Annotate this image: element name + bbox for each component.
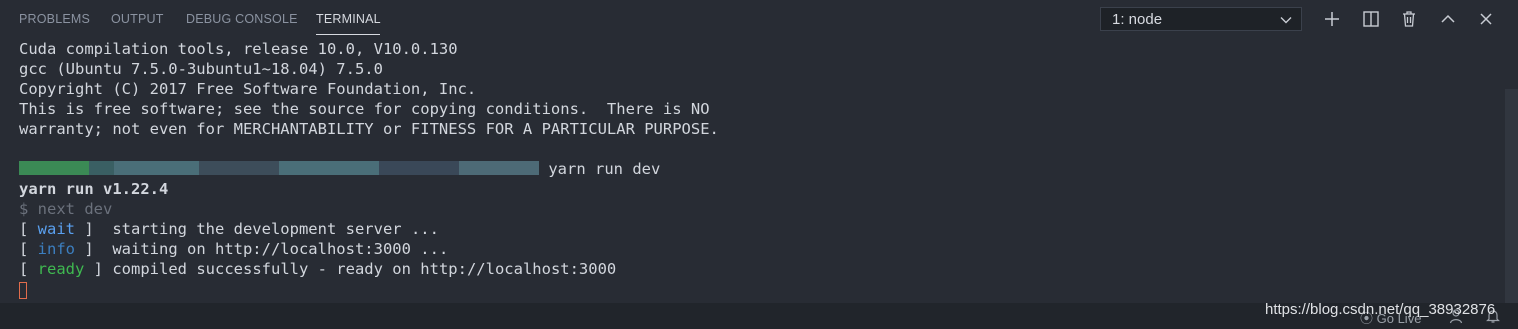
terminal-cursor-line xyxy=(19,279,1498,299)
log-tag-info: info xyxy=(37,240,75,258)
log-line-ready: [ ready ] compiled successfully - ready … xyxy=(19,259,1498,279)
terminal-output[interactable]: Cuda compilation tools, release 10.0, V1… xyxy=(19,39,1498,299)
bracket-close: ] xyxy=(75,220,94,238)
next-command-line: $ next dev xyxy=(19,200,113,218)
terminal-line: This is free software; see the source fo… xyxy=(19,100,710,118)
prompt-command: yarn run dev xyxy=(539,160,661,178)
terminal-line: gcc (Ubuntu 7.5.0-3ubuntu1~18.04) 7.5.0 xyxy=(19,60,383,78)
tab-terminal[interactable]: TERMINAL xyxy=(316,12,381,26)
chevron-down-icon xyxy=(1280,17,1292,24)
panel-header: PROBLEMS OUTPUT DEBUG CONSOLE TERMINAL 1… xyxy=(0,0,1518,38)
terminal-scrollbar[interactable] xyxy=(1505,89,1518,303)
watermark-url: https://blog.csdn.net/qq_38932876 xyxy=(1265,301,1496,318)
terminal-line: Cuda compilation tools, release 10.0, V1… xyxy=(19,40,458,58)
terminal-select[interactable]: 1: node xyxy=(1100,7,1302,31)
tab-output[interactable]: OUTPUT xyxy=(111,12,164,26)
redacted-prompt xyxy=(19,161,539,175)
close-icon[interactable] xyxy=(1475,8,1497,30)
active-tab-indicator xyxy=(316,34,380,35)
terminal-line: warranty; not even for MERCHANTABILITY o… xyxy=(19,120,719,138)
log-tag-ready: ready xyxy=(37,260,85,278)
bracket-open: [ xyxy=(19,260,38,278)
bracket-close: ] xyxy=(84,260,104,278)
terminal-prompt-line: yarn run dev xyxy=(19,159,1498,179)
log-line-wait: [ wait ] starting the development server… xyxy=(19,219,1498,239)
bracket-open: [ xyxy=(19,220,38,238)
terminal-cursor xyxy=(19,282,27,299)
tab-debug-console[interactable]: DEBUG CONSOLE xyxy=(186,12,298,26)
chevron-up-icon[interactable] xyxy=(1437,8,1459,30)
trash-icon[interactable] xyxy=(1398,8,1420,30)
log-text-wait: starting the development server ... xyxy=(93,220,439,238)
log-tag-wait: wait xyxy=(37,220,75,238)
bracket-open: [ xyxy=(19,240,38,258)
plus-icon[interactable] xyxy=(1321,8,1343,30)
yarn-version-line: yarn run v1.22.4 xyxy=(19,180,169,198)
terminal-line: Copyright (C) 2017 Free Software Foundat… xyxy=(19,80,477,98)
bracket-close: ] xyxy=(75,240,94,258)
split-icon[interactable] xyxy=(1360,8,1382,30)
terminal-select-value: 1: node xyxy=(1112,11,1163,28)
log-text-ready: compiled successfully - ready on http://… xyxy=(103,260,617,278)
tab-problems[interactable]: PROBLEMS xyxy=(19,12,90,26)
log-line-info: [ info ] waiting on http://localhost:300… xyxy=(19,239,1498,259)
log-text-info: waiting on http://localhost:3000 ... xyxy=(93,240,449,258)
